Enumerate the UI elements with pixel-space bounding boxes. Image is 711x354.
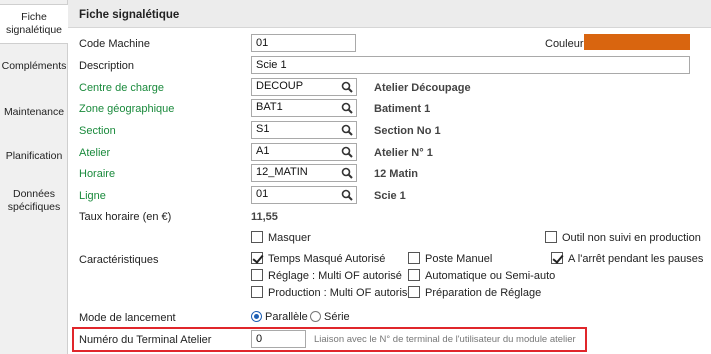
atelier-link[interactable]: Atelier: [79, 147, 110, 159]
mode-parallele-radio[interactable]: [251, 311, 262, 322]
section-value: S1: [256, 123, 270, 135]
magnifier-icon[interactable]: [341, 81, 353, 93]
taux-horaire-value: 11,55: [251, 211, 278, 223]
centre-charge-link[interactable]: Centre de charge: [79, 82, 164, 94]
sidebar-item-label: Fiche: [21, 11, 47, 23]
centre-charge-field[interactable]: DECOUP: [251, 78, 357, 96]
production-multi-checkbox[interactable]: [251, 286, 263, 298]
auto-semi-label: Automatique ou Semi-auto: [425, 270, 556, 282]
section-link[interactable]: Section: [79, 125, 116, 137]
production-multi-label: Production : Multi OF autorisé: [268, 287, 414, 299]
poste-manuel-label: Poste Manuel: [425, 253, 493, 265]
sidebar-item-planification[interactable]: Planification: [0, 150, 68, 163]
temps-masque-checkbox[interactable]: [251, 252, 263, 264]
description-label: Description: [79, 60, 135, 72]
temps-masque-label: Temps Masqué Autorisé: [268, 253, 386, 265]
ligne-field[interactable]: 01: [251, 186, 357, 204]
zone-geographique-field[interactable]: BAT1: [251, 99, 357, 117]
poste-manuel-checkbox[interactable]: [408, 252, 420, 264]
atelier-value: A1: [256, 145, 270, 157]
sidebar-item-label: signalétique: [5, 24, 63, 36]
sidebar-item-maintenance[interactable]: Maintenance: [0, 106, 68, 119]
horaire-desc: 12 Matin: [374, 168, 419, 180]
main-panel: Fiche signalétique Code Machine 01 Coule…: [68, 0, 711, 354]
couleur-swatch[interactable]: [584, 34, 690, 50]
magnifier-icon[interactable]: [341, 102, 353, 114]
atelier-desc: Atelier N° 1: [374, 147, 433, 159]
code-machine-label: Code Machine: [79, 38, 150, 50]
section-desc: Section No 1: [374, 125, 441, 137]
preparation-checkbox[interactable]: [408, 286, 420, 298]
description-field[interactable]: Scie 1: [251, 56, 690, 74]
taux-horaire-label: Taux horaire (en €): [79, 211, 172, 223]
code-machine-field[interactable]: 01: [251, 34, 356, 52]
sidebar-item-donnees-specifiques[interactable]: Données spécifiques: [0, 188, 68, 214]
magnifier-icon[interactable]: [341, 167, 353, 179]
mode-lancement-label: Mode de lancement: [79, 312, 176, 324]
preparation-label: Préparation de Réglage: [425, 287, 542, 299]
zone-geographique-value: BAT1: [256, 101, 283, 113]
section-title: Fiche signalétique: [68, 0, 711, 28]
horaire-link[interactable]: Horaire: [79, 168, 115, 180]
horaire-value: 12_MATIN: [256, 166, 308, 178]
reglage-multi-checkbox[interactable]: [251, 269, 263, 281]
terminal-hint: Liaison avec le N° de terminal de l'util…: [314, 334, 576, 345]
reglage-multi-label: Réglage : Multi OF autorisé: [268, 270, 402, 282]
masquer-checkbox[interactable]: [251, 231, 263, 243]
magnifier-icon[interactable]: [341, 124, 353, 136]
couleur-label: Couleur: [545, 38, 584, 50]
sidebar-item-label: spécifiques: [7, 201, 61, 213]
outil-non-suivi-checkbox[interactable]: [545, 231, 557, 243]
arret-pauses-checkbox[interactable]: [551, 252, 563, 264]
zone-geographique-link[interactable]: Zone géographique: [79, 103, 174, 115]
centre-charge-value: DECOUP: [256, 80, 304, 92]
sidebar: Fiche signalétique Compléments Maintenan…: [0, 0, 69, 354]
centre-charge-desc: Atelier Découpage: [374, 82, 471, 94]
terminal-label: Numéro du Terminal Atelier: [79, 334, 212, 346]
outil-non-suivi-label: Outil non suivi en production: [562, 232, 701, 244]
section-field[interactable]: S1: [251, 121, 357, 139]
mode-parallele-label: Parallèle: [265, 311, 308, 323]
ligne-desc: Scie 1: [374, 190, 406, 202]
sidebar-item-complements[interactable]: Compléments: [0, 60, 68, 73]
ligne-value: 01: [256, 188, 269, 200]
zone-geographique-desc: Batiment 1: [374, 103, 431, 115]
horaire-field[interactable]: 12_MATIN: [251, 164, 357, 182]
sidebar-item-label: Compléments: [1, 60, 67, 72]
atelier-field[interactable]: A1: [251, 143, 357, 161]
terminal-field[interactable]: 0: [251, 330, 306, 348]
mode-serie-label: Série: [324, 311, 350, 323]
sidebar-item-label: Planification: [5, 150, 63, 162]
magnifier-icon[interactable]: [341, 189, 353, 201]
auto-semi-checkbox[interactable]: [408, 269, 420, 281]
ligne-link[interactable]: Ligne: [79, 190, 106, 202]
sidebar-item-label: Données: [12, 188, 56, 200]
magnifier-icon[interactable]: [341, 146, 353, 158]
caracteristiques-label: Caractéristiques: [79, 254, 159, 266]
arret-pauses-label: A l'arrêt pendant les pauses: [568, 253, 704, 265]
sidebar-item-label: Maintenance: [3, 106, 65, 118]
sidebar-item-fiche-signaletique[interactable]: Fiche signalétique: [0, 4, 69, 44]
masquer-label: Masquer: [268, 232, 311, 244]
mode-serie-radio[interactable]: [310, 311, 321, 322]
